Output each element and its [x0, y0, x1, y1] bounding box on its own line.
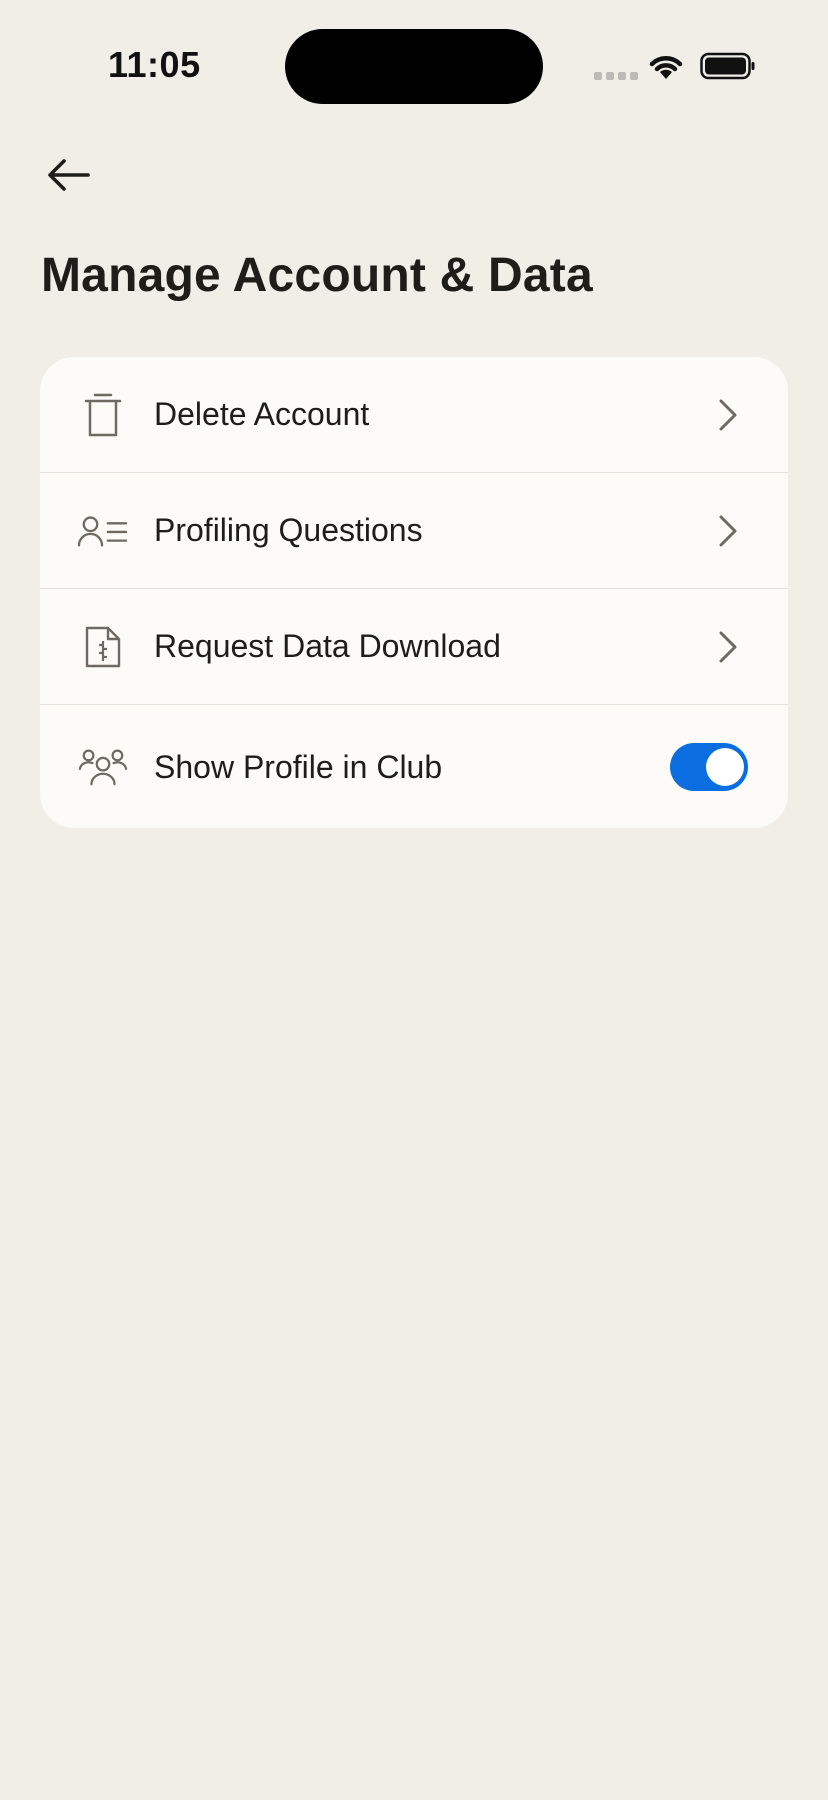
status-bar: 11:05 — [0, 0, 828, 120]
chevron-right-icon — [708, 511, 748, 551]
delete-account-row[interactable]: Delete Account — [40, 357, 788, 473]
status-time: 11:05 — [108, 44, 201, 85]
profiling-questions-row[interactable]: Profiling Questions — [40, 473, 788, 589]
arrow-left-icon — [48, 159, 90, 191]
back-button[interactable] — [38, 148, 98, 202]
dynamic-island — [285, 29, 543, 104]
request-data-download-label: Request Data Download — [154, 628, 501, 664]
profiling-questions-label: Profiling Questions — [154, 512, 423, 548]
page-title: Manage Account & Data — [41, 249, 593, 302]
chevron-right-icon — [708, 395, 748, 435]
toggle-knob — [706, 748, 744, 786]
show-profile-toggle[interactable] — [670, 743, 748, 791]
request-data-download-row[interactable]: Request Data Download — [40, 589, 788, 705]
group-icon — [78, 742, 128, 792]
show-profile-in-club-label: Show Profile in Club — [154, 748, 443, 785]
signal-dots-icon — [594, 72, 638, 80]
settings-card: Delete Account Profiling Questions Reque… — [40, 357, 788, 828]
document-zip-icon — [78, 622, 128, 672]
profile-list-icon — [78, 506, 128, 556]
delete-account-label: Delete Account — [154, 396, 370, 432]
battery-icon — [700, 52, 755, 80]
show-profile-in-club-row: Show Profile in Club — [40, 705, 788, 828]
trash-icon — [78, 390, 128, 440]
chevron-right-icon — [708, 627, 748, 667]
wifi-icon — [649, 56, 683, 79]
